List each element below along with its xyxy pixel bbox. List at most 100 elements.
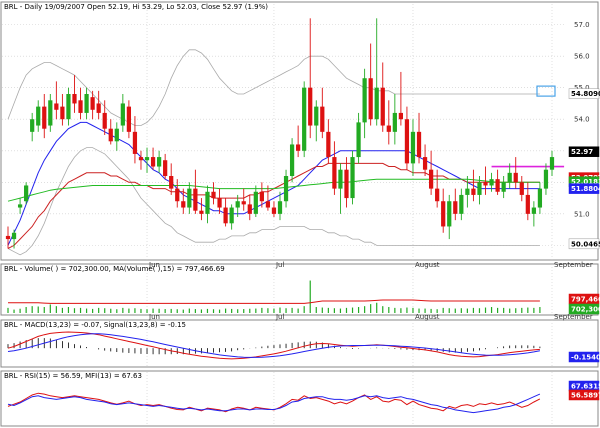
price-tag: 54.8090 [571, 90, 600, 98]
date-tick-label: September [554, 261, 593, 269]
candle-body [90, 97, 95, 110]
candle-body [513, 172, 518, 183]
candle-body [410, 131, 416, 164]
volume-tag: 797,466 [571, 296, 600, 304]
candle-body [54, 103, 59, 110]
date-tick-label: Jul [275, 261, 285, 269]
stock-chart: 57.056.055.054.053.052.051.050.0JunJunJu… [0, 0, 600, 428]
candle-body [537, 188, 543, 208]
candle-body [338, 169, 343, 189]
candle-body [374, 87, 379, 120]
price-tag: 52.97 [571, 148, 593, 156]
candle-body [386, 125, 391, 132]
candle-body [344, 169, 349, 199]
candle-body [289, 144, 295, 176]
candle-body [193, 188, 198, 211]
candle-body [422, 157, 428, 170]
candle-body [138, 157, 144, 161]
candle-body [350, 157, 355, 199]
candle-body [241, 201, 246, 205]
candle-body [5, 235, 11, 240]
candle-body [368, 78, 373, 120]
candle-body [302, 87, 307, 151]
candle-body [314, 106, 319, 126]
candle-body [531, 207, 536, 214]
candle-body [126, 106, 132, 132]
candle-body [543, 169, 549, 189]
candle-body [229, 207, 234, 224]
candle-body [199, 210, 204, 214]
candle-body [217, 198, 222, 208]
candle-body [78, 100, 83, 113]
volume-title: BRL - Volume( ) = 702,300.00, MA(Volume(… [4, 265, 225, 273]
candle-body [175, 188, 180, 202]
candle-body [96, 103, 101, 113]
candle-body [447, 201, 452, 227]
candle-body [380, 87, 385, 126]
candle-body [507, 172, 512, 183]
candle-body [332, 157, 337, 189]
candle-body [483, 182, 488, 186]
price-title: BRL - Daily 19/09/2007 Open 52.19, Hi 53… [4, 3, 268, 11]
price-tag: 50.0465 [571, 240, 600, 248]
candle-body [120, 103, 125, 126]
macd-title: BRL - MACD(13,23) = -0.07, Signal(13,23,… [4, 321, 186, 329]
candle-body [296, 144, 301, 151]
candle-body [48, 100, 53, 126]
candle-body [235, 201, 240, 208]
candle-body [259, 191, 264, 202]
macd-tag: -0.15403 [571, 354, 600, 362]
candle-body [465, 188, 470, 195]
candle-body [265, 201, 271, 208]
date-tick-label: Jun [148, 313, 160, 321]
candle-body [441, 201, 446, 227]
candle-body [283, 176, 289, 202]
rsi-title: BRL - RSI(15) = 56.59, MFI(13) = 67.63 [4, 372, 142, 380]
date-tick-label: August [415, 261, 440, 269]
candle-body [308, 87, 313, 126]
volume-tag: 702,300 [571, 306, 600, 314]
candle-body [187, 188, 192, 208]
price-tick-label: 56.0 [574, 53, 590, 61]
candle-body [150, 157, 156, 167]
candle-body [477, 182, 482, 195]
candle-body [11, 232, 17, 240]
candle-body [17, 204, 23, 208]
candle-body [501, 182, 506, 192]
candle-body [320, 106, 325, 132]
candle-body [362, 78, 367, 123]
candle-body [144, 157, 150, 161]
candle-body [66, 94, 71, 120]
price-tick-label: 57.0 [574, 21, 590, 29]
candle-body [549, 157, 555, 170]
candle-body [271, 207, 277, 214]
candle-body [435, 188, 440, 202]
candle-body [24, 185, 29, 202]
candle-body [519, 182, 524, 195]
candle-body [459, 194, 464, 214]
candle-body [211, 191, 216, 199]
candle-body [398, 112, 404, 120]
candle-body [181, 201, 186, 208]
rsi-tag: 56.5897 [571, 392, 600, 400]
candle-body [392, 112, 397, 132]
candle-body [156, 157, 162, 167]
candle-body [42, 106, 47, 129]
candle-body [30, 119, 35, 132]
candle-body [114, 128, 119, 142]
candle-body [132, 131, 138, 154]
price-tick-label: 51.0 [574, 210, 590, 218]
candle-body [471, 188, 476, 195]
date-tick-label: Jul [275, 313, 285, 321]
candle-body [277, 201, 283, 214]
candle-body [84, 94, 89, 113]
candle-body [416, 131, 422, 158]
candle-body [489, 179, 494, 186]
candle-body [72, 94, 77, 104]
candle-body [404, 119, 410, 164]
candle-body [326, 131, 331, 158]
candle-body [428, 169, 434, 189]
candle-body [453, 201, 458, 214]
rsi-tag: 67.6315 [571, 383, 600, 391]
candle-body [253, 191, 258, 214]
